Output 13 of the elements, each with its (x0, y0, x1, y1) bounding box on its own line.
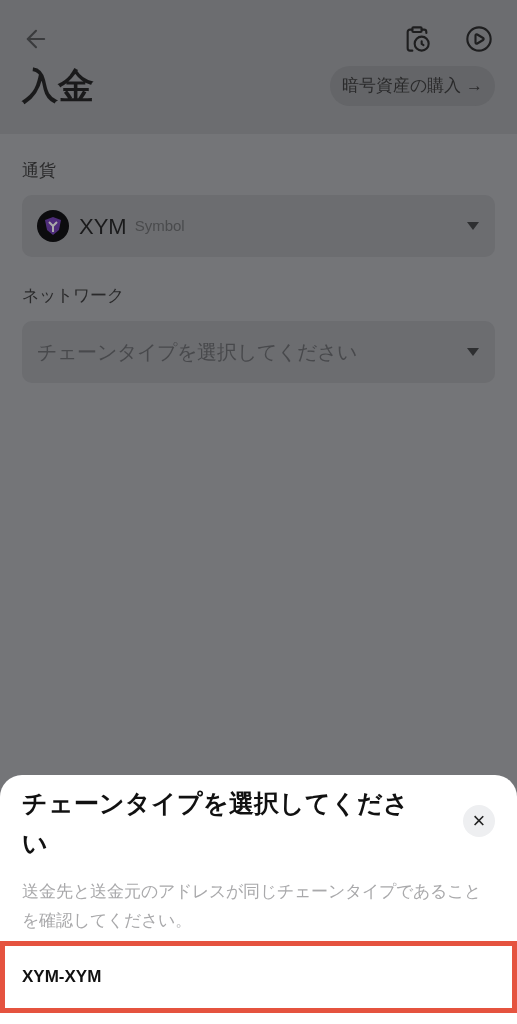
dropdown-caret-icon (466, 221, 480, 231)
play-icon[interactable] (465, 25, 493, 53)
dropdown-caret-icon (466, 346, 480, 357)
sheet-title: チェーンタイプを選択してください (22, 788, 410, 859)
currency-code: XYM (79, 212, 127, 241)
page-title: 入金 (22, 67, 94, 104)
sheet-description: 送金先と送金元のアドレスが同じチェーンタイプであることを確認してください。 (22, 881, 482, 932)
currency-label: 通貨 (22, 159, 57, 182)
network-label: ネットワーク (22, 285, 125, 307)
buy-crypto-button[interactable]: 暗号資産の購入 → (330, 66, 495, 106)
close-button[interactable]: × (463, 805, 495, 837)
chain-option[interactable]: XYM-XYM (0, 941, 517, 1013)
coin-icon (37, 210, 69, 242)
